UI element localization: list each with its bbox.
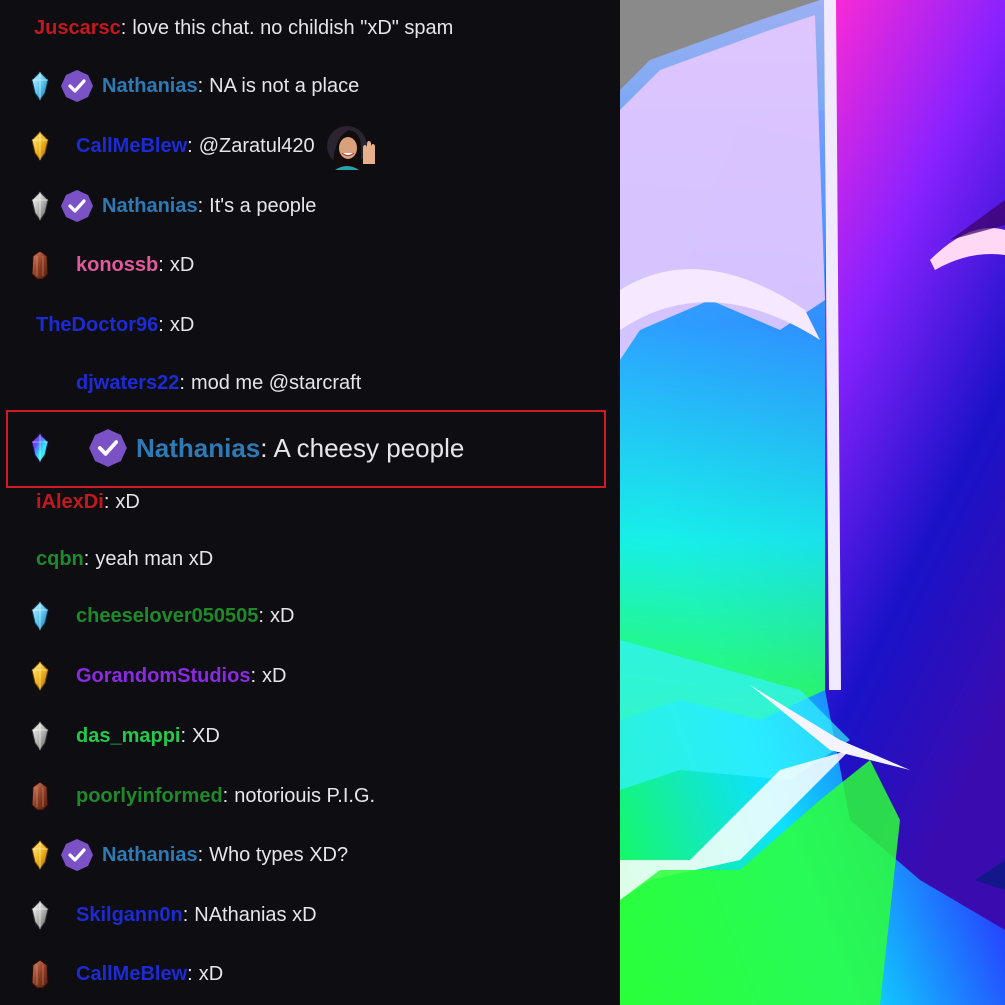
chat-text: notoriouis P.I.G. — [234, 784, 376, 807]
chat-message: Nathanias: Who types XD? — [20, 835, 620, 875]
chat-username[interactable]: Skilgann0n — [76, 904, 183, 927]
chat-text: It's a people — [209, 194, 317, 217]
wave-emote-icon[interactable] — [325, 120, 377, 172]
gem-badge-icon — [20, 895, 60, 935]
chat-separator: : — [197, 194, 204, 217]
chat-separator: : — [260, 432, 268, 463]
chat-text: xD — [115, 490, 140, 513]
chat-username[interactable]: CallMeBlew — [76, 963, 187, 986]
chat-username[interactable]: djwaters22 — [76, 372, 179, 395]
gem-badge-icon — [20, 186, 60, 226]
chat-text: love this chat. no childish "xD" spam — [132, 16, 454, 39]
chat-message-highlighted: Nathanias: A cheesy people — [20, 428, 620, 468]
chat-separator: : — [222, 784, 229, 807]
chat-username[interactable]: iAlexDi — [36, 491, 104, 514]
chat-username[interactable]: das_mappi — [76, 725, 180, 748]
verified-badge-icon — [61, 839, 93, 871]
chat-text: xD — [169, 313, 195, 336]
chat-username[interactable]: cqbn — [36, 548, 84, 571]
chat-separator: : — [197, 843, 204, 866]
chat-username[interactable]: Nathanias — [102, 844, 198, 867]
verified-badge-icon — [61, 190, 93, 222]
chat-message: iAlexDi: xD — [36, 482, 620, 522]
chat-username[interactable]: konossb — [76, 254, 158, 277]
chat-separator: : — [158, 313, 164, 336]
chat-separator: : — [182, 903, 189, 926]
chat-message: Nathanias: NA is not a place — [20, 66, 620, 106]
chat-separator: : — [179, 371, 185, 394]
chat-separator: : — [197, 74, 204, 97]
chat-message: poorlyinformed: notoriouis P.I.G. — [20, 776, 620, 816]
chat-message: cheeselover050505: xD — [20, 596, 620, 636]
chat-text: xD — [262, 664, 287, 687]
chat-text: @Zaratul420 — [198, 134, 315, 157]
chat-text: Who types XD? — [209, 843, 349, 866]
gem-badge-icon — [20, 835, 60, 875]
chat-text: xD — [269, 604, 295, 627]
chat-username[interactable]: Nathanias — [136, 433, 260, 464]
chat-text: yeah man xD — [95, 547, 214, 570]
chat-text: mod me @starcraft — [190, 371, 362, 394]
gem-badge-icon — [20, 66, 60, 106]
chat-message: konossb: xD — [20, 245, 620, 285]
gem-badge-icon — [20, 954, 60, 994]
gem-badge-icon — [20, 656, 60, 696]
stream-artwork — [620, 0, 1005, 1005]
chat-message: TheDoctor96: xD — [36, 305, 620, 345]
chat-username[interactable]: Nathanias — [102, 75, 198, 98]
chat-message: djwaters22: mod me @starcraft — [76, 363, 620, 403]
chat-username[interactable]: cheeselover050505 — [76, 605, 258, 628]
chat-separator: : — [120, 16, 127, 39]
chat-username[interactable]: GorandomStudios — [76, 665, 250, 688]
chat-username[interactable]: CallMeBlew — [76, 135, 187, 158]
chat-username[interactable]: Juscarsc — [34, 17, 121, 40]
chat-separator: : — [83, 547, 90, 570]
chat-separator: : — [103, 490, 110, 513]
chat-separator: : — [187, 962, 193, 985]
chat-text: xD — [169, 253, 195, 276]
chat-message: GorandomStudios: xD — [20, 656, 620, 696]
chat-username[interactable]: Nathanias — [102, 195, 198, 218]
chat-message: cqbn: yeah man xD — [36, 539, 620, 579]
gem-badge-icon — [20, 245, 60, 285]
chat-username[interactable]: TheDoctor96 — [36, 314, 158, 337]
chat-panel[interactable]: Juscarsc: love this chat. no childish "xD… — [0, 0, 620, 1005]
chat-text: NAthanias xD — [194, 903, 317, 926]
verified-badge-icon — [61, 70, 93, 102]
gem-badge-icon — [20, 596, 60, 636]
chat-separator: : — [180, 724, 187, 747]
gem-badge-icon — [20, 776, 60, 816]
verified-badge-icon — [89, 429, 127, 467]
chat-message: CallMeBlew: xD — [20, 954, 620, 994]
chat-username[interactable]: poorlyinformed — [76, 785, 223, 808]
gem-badge-icon — [20, 428, 60, 468]
gem-badge-icon — [20, 126, 60, 166]
chat-message: Juscarsc: love this chat. no childish "xD… — [34, 8, 620, 48]
chat-message: Skilgann0n: NAthanias xD — [20, 895, 620, 935]
chat-message: das_mappi: XD — [20, 716, 620, 756]
stream-video-area[interactable] — [620, 0, 1005, 1005]
chat-separator: : — [250, 664, 257, 687]
chat-text: A cheesy people — [273, 432, 465, 463]
gem-badge-icon — [20, 716, 60, 756]
chat-text: NA is not a place — [209, 74, 360, 97]
chat-message: Nathanias: It's a people — [20, 186, 620, 226]
chat-message: CallMeBlew: @Zaratul420 — [20, 126, 620, 170]
chat-text: XD — [192, 724, 220, 747]
chat-separator: : — [158, 253, 164, 276]
chat-text: xD — [198, 962, 224, 985]
chat-separator: : — [187, 134, 193, 157]
chat-separator: : — [258, 604, 264, 627]
